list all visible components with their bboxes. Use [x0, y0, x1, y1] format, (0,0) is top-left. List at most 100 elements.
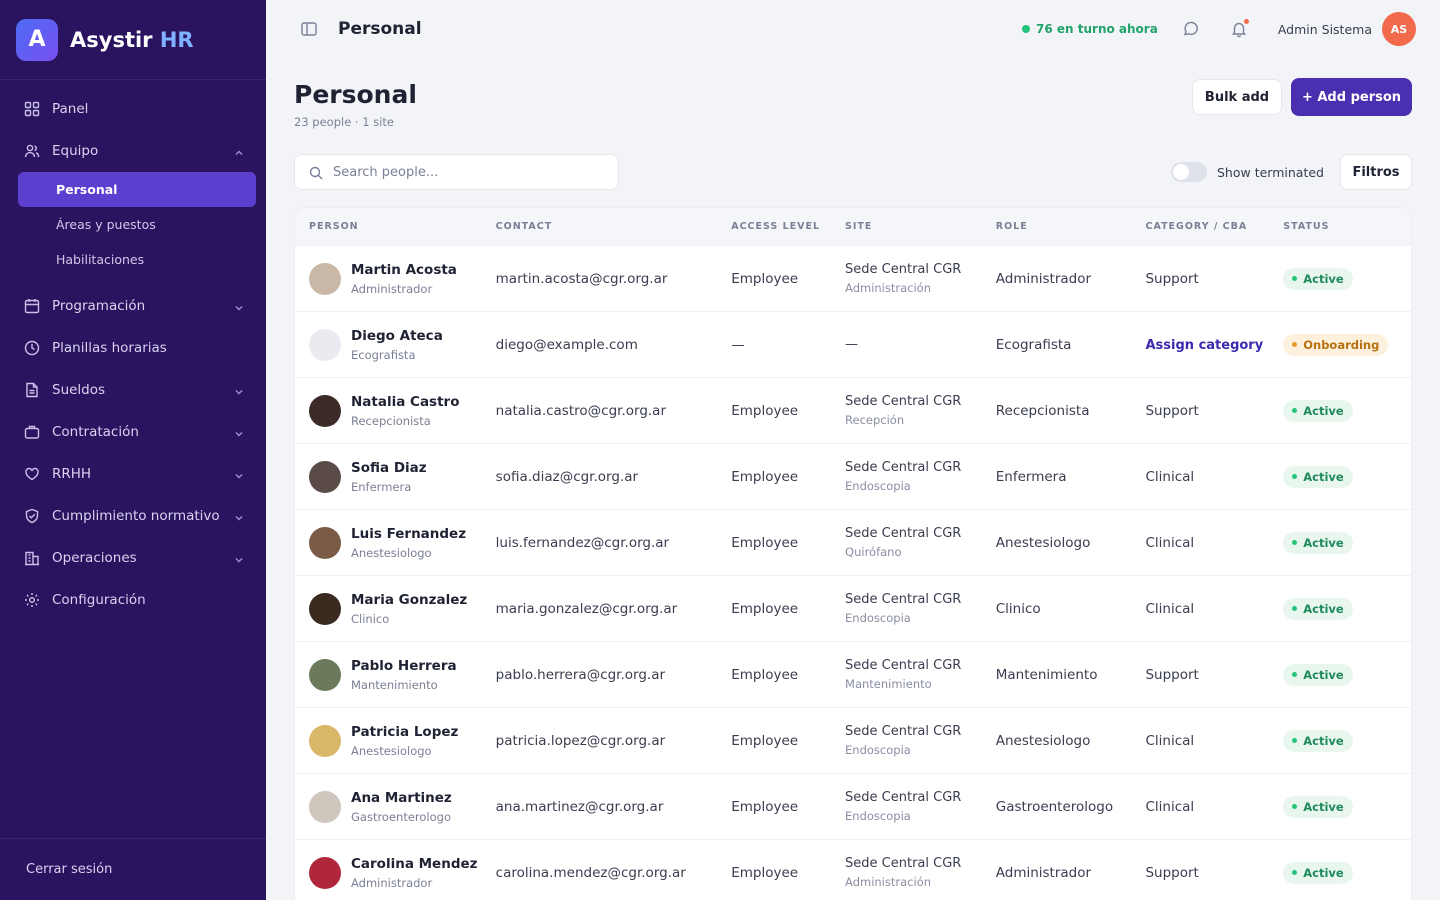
- header-status[interactable]: STATUS: [1283, 221, 1411, 232]
- user-avatar[interactable]: AS: [1382, 12, 1416, 46]
- sidebar-subitem-areas[interactable]: Áreas y puestos: [18, 207, 256, 242]
- filters-button[interactable]: Filtros: [1340, 154, 1412, 190]
- person-name[interactable]: Sofia Diaz: [351, 460, 427, 476]
- site-area: Mantenimiento: [845, 677, 932, 691]
- category: Clinical: [1145, 534, 1195, 551]
- sidebar-toggle-icon[interactable]: [300, 20, 318, 38]
- person-name[interactable]: Natalia Castro: [351, 394, 459, 410]
- person-name[interactable]: Patricia Lopez: [351, 724, 458, 740]
- chevron-up-icon: [234, 146, 244, 156]
- bell-icon[interactable]: [1230, 19, 1249, 38]
- table-row[interactable]: Maria Gonzalez Clinico maria.gonzalez@cgr.…: [295, 575, 1411, 641]
- table-row[interactable]: Martin Acosta Administrador martin.acosta@…: [295, 245, 1411, 311]
- contact-email[interactable]: martin.acosta@cgr.org.ar: [496, 271, 732, 287]
- assign-category-link[interactable]: Assign category: [1145, 338, 1263, 353]
- header-person[interactable]: PERSON: [295, 221, 496, 232]
- brand-logo: A: [16, 18, 58, 61]
- table-row[interactable]: Ana Martinez Gastroenterologo ana.martinez…: [295, 773, 1411, 839]
- chat-icon[interactable]: [1182, 20, 1200, 38]
- table-row[interactable]: Luis Fernandez Anestesiologo luis.fernande…: [295, 509, 1411, 575]
- contact-email[interactable]: pablo.herrera@cgr.org.ar: [496, 667, 732, 683]
- header-category[interactable]: CATEGORY / CBA: [1145, 221, 1283, 232]
- person-name[interactable]: Luis Fernandez: [351, 526, 466, 542]
- site-cell: Sede Central CGR Administración: [845, 856, 996, 889]
- logout-button[interactable]: Cerrar sesión: [0, 838, 266, 900]
- person-avatar[interactable]: [309, 592, 341, 625]
- sidebar-subitem-personal[interactable]: Personal: [18, 172, 256, 207]
- sidebar-item-sueldos[interactable]: Sueldos: [0, 369, 266, 411]
- shift-indicator[interactable]: 76 en turno ahora: [1022, 22, 1158, 36]
- page-subtitle: 23 people · 1 site: [294, 115, 394, 129]
- header-site[interactable]: SITE: [845, 221, 996, 232]
- person-avatar[interactable]: [309, 658, 341, 691]
- sidebar-item-configuracion[interactable]: Configuración: [0, 579, 266, 621]
- person-name[interactable]: Martin Acosta: [351, 262, 457, 278]
- contact-email[interactable]: natalia.castro@cgr.org.ar: [496, 403, 732, 419]
- contact-email[interactable]: patricia.lopez@cgr.org.ar: [496, 733, 732, 749]
- person-avatar[interactable]: [309, 526, 341, 559]
- contact-email[interactable]: carolina.mendez@cgr.org.ar: [496, 865, 732, 881]
- role: Anestesiologo: [995, 534, 1091, 551]
- category-cell: Support: [1145, 271, 1283, 287]
- person-avatar[interactable]: [309, 856, 341, 889]
- sidebar-item-programacion[interactable]: Programación: [0, 285, 266, 327]
- contact-email[interactable]: maria.gonzalez@cgr.org.ar: [496, 601, 732, 617]
- status-cell: Active: [1283, 465, 1411, 488]
- show-terminated-toggle[interactable]: [1171, 162, 1207, 182]
- sidebar-item-rrhh[interactable]: RRHH: [0, 453, 266, 495]
- sidebar-item-contratacion[interactable]: Contratación: [0, 411, 266, 453]
- table-row[interactable]: Diego Ateca Ecografista diego@example.com —…: [295, 311, 1411, 377]
- contact-email[interactable]: diego@example.com: [496, 337, 732, 353]
- status-cell: Active: [1283, 267, 1411, 290]
- page-header: Personal 23 people · 1 site: [294, 80, 417, 129]
- role: Anestesiologo: [995, 732, 1091, 749]
- site-name: Sede Central CGR: [845, 592, 962, 607]
- table-row[interactable]: Pablo Herrera Mantenimiento pablo.herrera@…: [295, 641, 1411, 707]
- person-title: Mantenimiento: [351, 677, 438, 692]
- sidebar-item-label: Panel: [52, 101, 89, 117]
- table-row[interactable]: Carolina Mendez Administrador carolina.men…: [295, 839, 1411, 900]
- header-role[interactable]: ROLE: [996, 221, 1146, 232]
- person-name[interactable]: Carolina Mendez: [351, 856, 478, 872]
- category: Support: [1145, 402, 1199, 419]
- person-avatar[interactable]: [309, 790, 341, 823]
- table-row[interactable]: Patricia Lopez Anestesiologo patricia.lope…: [295, 707, 1411, 773]
- sidebar-item-equipo[interactable]: Equipo: [0, 130, 266, 172]
- status-cell: Active: [1283, 399, 1411, 422]
- search-input[interactable]: [333, 164, 593, 180]
- sidebar-item-cumplimiento[interactable]: Cumplimiento normativo: [0, 495, 266, 537]
- header-access-level[interactable]: ACCESS LEVEL: [731, 221, 845, 232]
- status-badge: Active: [1283, 399, 1353, 422]
- topbar-title: Personal: [338, 19, 422, 39]
- contact-email[interactable]: sofia.diaz@cgr.org.ar: [496, 469, 732, 485]
- person-name[interactable]: Pablo Herrera: [351, 658, 457, 674]
- person-name[interactable]: Maria Gonzalez: [351, 592, 467, 608]
- sidebar-item-operaciones[interactable]: Operaciones: [0, 537, 266, 579]
- sidebar-item-planillas[interactable]: Planillas horarias: [0, 327, 266, 369]
- user-name[interactable]: Admin Sistema: [1278, 22, 1372, 37]
- person-info: Maria Gonzalez Clinico: [351, 592, 467, 626]
- header-contact[interactable]: CONTACT: [496, 221, 732, 232]
- table-row[interactable]: Sofia Diaz Enfermera sofia.diaz@cgr.org.ar…: [295, 443, 1411, 509]
- status-dot-icon: [1292, 276, 1298, 281]
- bulk-add-button[interactable]: Bulk add: [1192, 79, 1282, 115]
- contact-email[interactable]: ana.martinez@cgr.org.ar: [496, 799, 732, 815]
- person-name[interactable]: Diego Ateca: [351, 328, 443, 344]
- person-info: Carolina Mendez Administrador: [351, 856, 478, 890]
- person-avatar[interactable]: [309, 460, 341, 493]
- status-badge: Active: [1283, 531, 1353, 554]
- person-avatar[interactable]: [309, 724, 341, 757]
- contact-email[interactable]: luis.fernandez@cgr.org.ar: [496, 535, 732, 551]
- sidebar-subitem-habilitaciones[interactable]: Habilitaciones: [18, 242, 256, 277]
- toggle-knob: [1173, 164, 1189, 180]
- table-row[interactable]: Natalia Castro Recepcionista natalia.castr…: [295, 377, 1411, 443]
- brand[interactable]: A Asystir HR: [0, 0, 266, 80]
- site-area: Endoscopia: [845, 809, 911, 823]
- sidebar-item-panel[interactable]: Panel: [0, 88, 266, 130]
- person-name[interactable]: Ana Martinez: [351, 790, 452, 806]
- person-avatar[interactable]: [309, 328, 341, 361]
- person-avatar[interactable]: [309, 394, 341, 427]
- person-avatar[interactable]: [309, 262, 341, 295]
- add-person-button[interactable]: + Add person: [1291, 78, 1412, 116]
- grid-icon: [24, 101, 40, 117]
